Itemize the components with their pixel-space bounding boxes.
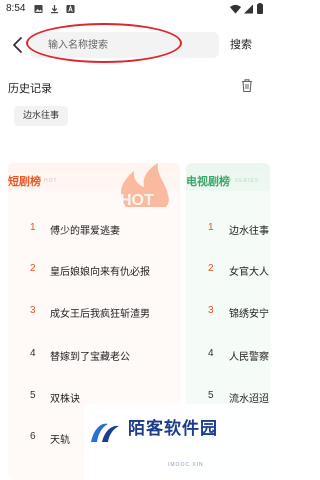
svg-text:HOT: HOT (120, 192, 154, 207)
back-arrow-icon[interactable] (8, 33, 28, 57)
watermark-subtext: IMOOC.XIN (168, 462, 204, 468)
tv-drama-rank-subtitle: TV SERIES (224, 178, 260, 184)
tv-rank-row-1[interactable]: 1 边水往事 (186, 220, 270, 240)
rank-number: 3 (30, 305, 36, 316)
image-icon (34, 4, 43, 14)
history-chip[interactable]: 边水往事 (14, 106, 69, 126)
rank-number: 4 (30, 348, 36, 359)
status-bar: 8:54 (0, 0, 270, 20)
drama-title: 天轨 (50, 435, 70, 446)
rank-number: 2 (208, 263, 214, 274)
short-drama-rank-title: 短剧榜 (8, 175, 41, 188)
short-rank-row-2[interactable]: 2 皇后娘娘向来有仇必报 (8, 261, 180, 281)
rank-number: 2 (30, 263, 36, 274)
tv-rank-row-2[interactable]: 2 女官大人 (186, 261, 270, 281)
rank-number: 3 (208, 305, 214, 316)
drama-title: 人民警察 (229, 352, 269, 363)
drama-title: 边水往事 (229, 226, 269, 237)
drama-title: 皇后娘娘向来有仇必报 (50, 267, 150, 278)
drama-title: 锦绣安宁 (229, 309, 269, 320)
short-rank-row-1[interactable]: 1 傅少的罪爱逃妻 (8, 220, 180, 240)
tv-rank-row-3[interactable]: 3 锦绣安宁 (186, 303, 270, 323)
wifi-icon (230, 4, 241, 14)
drama-title: 傅少的罪爱逃妻 (50, 226, 120, 237)
watermark-logo-icon (91, 423, 119, 442)
drama-title: 替嫁到了宝藏老公 (50, 352, 130, 363)
font-icon (66, 4, 75, 14)
status-time: 8:54 (6, 3, 26, 14)
rank-number: 5 (208, 390, 214, 401)
short-rank-row-3[interactable]: 3 成女王后我疯狂斩渣男 (8, 303, 180, 323)
flame-hot-icon: HOT (120, 163, 169, 207)
search-box[interactable] (30, 32, 219, 58)
drama-title: 成女王后我疯狂斩渣男 (50, 309, 150, 320)
rank-number: 6 (30, 431, 36, 442)
download-icon (50, 4, 59, 14)
search-input[interactable] (48, 37, 208, 53)
rank-number: 4 (208, 348, 214, 359)
rank-number: 1 (208, 222, 214, 233)
search-button[interactable]: 搜索 (230, 36, 252, 52)
drama-title: 流水迢迢 (229, 394, 269, 405)
trash-icon[interactable] (240, 78, 254, 93)
tv-rank-row-4[interactable]: 4 人民警察 (186, 346, 270, 366)
battery-icon (257, 3, 263, 14)
short-drama-rank-subtitle: HOT (44, 178, 58, 184)
history-title: 历史记录 (8, 82, 52, 95)
drama-title: 双株诀 (50, 394, 80, 405)
signal-icon (244, 4, 253, 14)
watermark-text: 陌客软件园 (128, 419, 218, 439)
rank-number: 1 (30, 222, 36, 233)
rank-number: 5 (30, 390, 36, 401)
watermark: 陌客软件园 IMOOC.XIN (84, 404, 270, 480)
drama-title: 女官大人 (229, 267, 269, 278)
short-rank-row-4[interactable]: 4 替嫁到了宝藏老公 (8, 346, 180, 366)
